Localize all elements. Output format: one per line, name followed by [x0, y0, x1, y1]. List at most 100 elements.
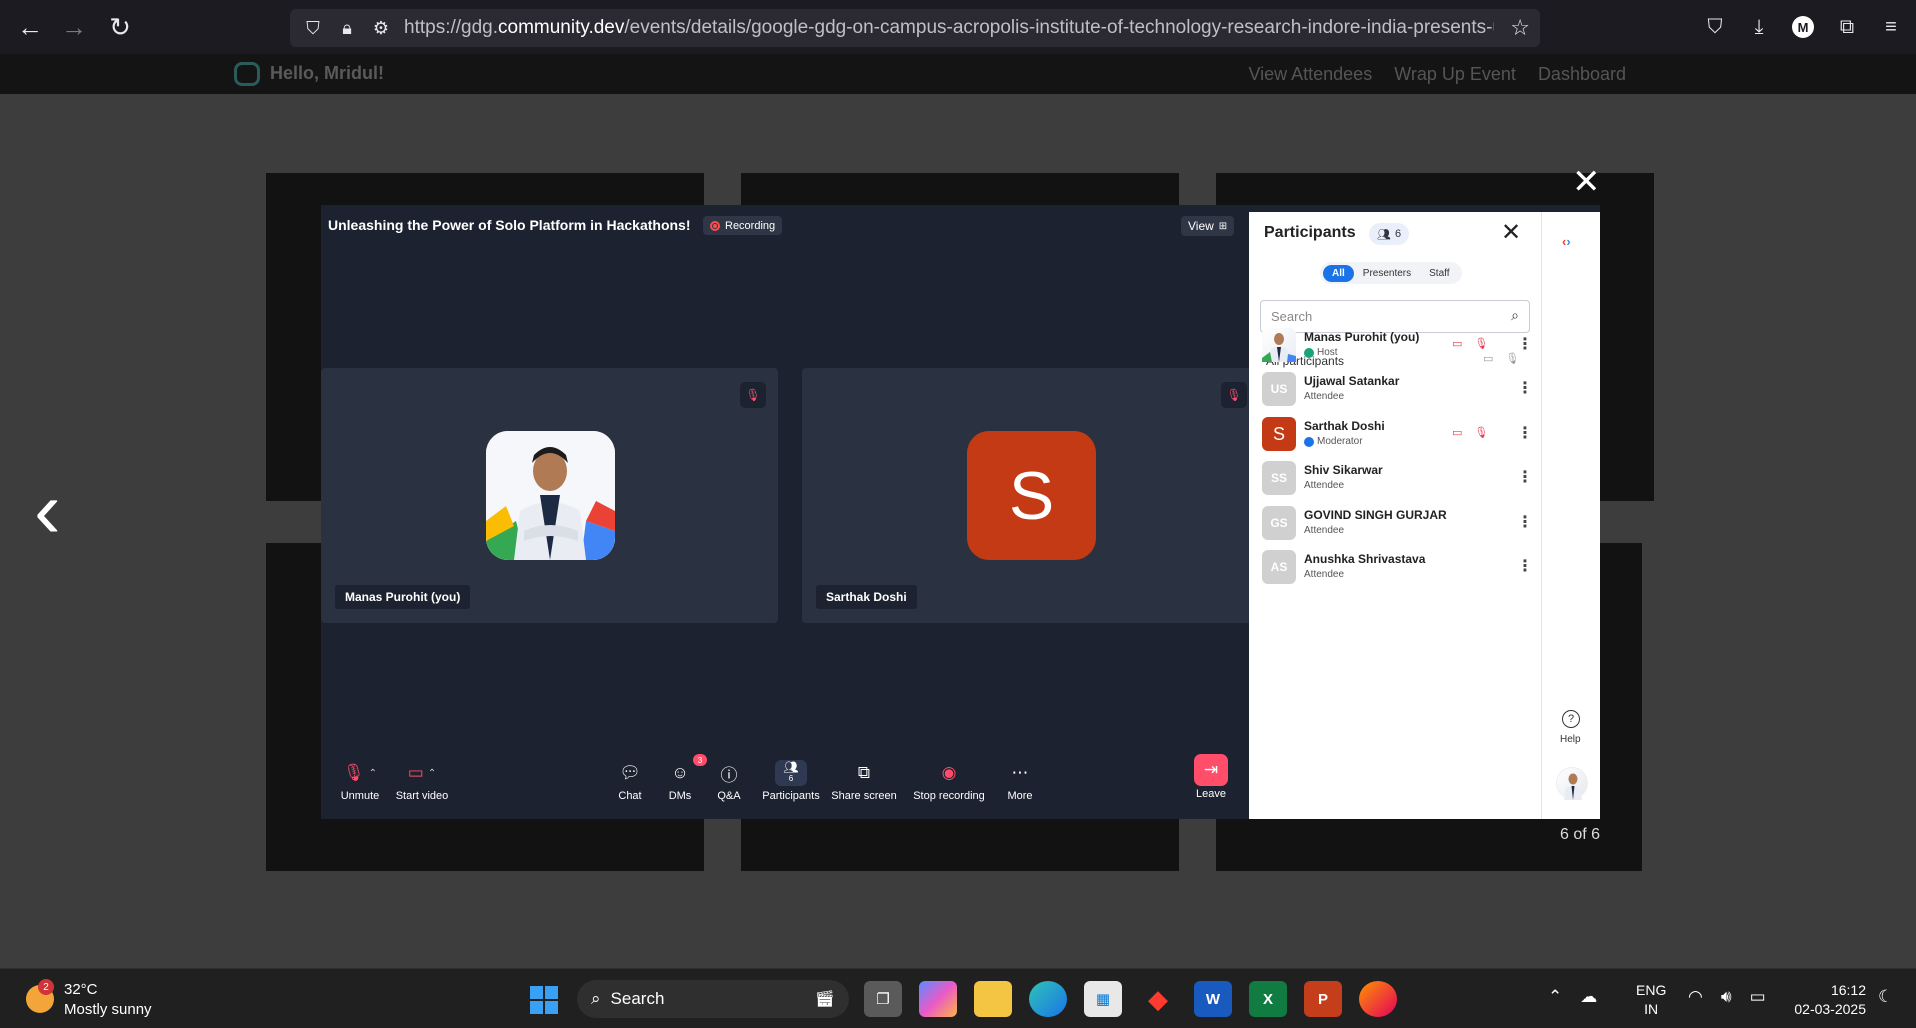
mic-off-icon[interactable]: 🎙︎ [1474, 426, 1488, 439]
anydesk-icon[interactable]: ◆ [1139, 981, 1177, 1017]
participants-panel: Participants 👥︎ 6 ✕ All Presenters Staff… [1249, 212, 1541, 819]
leave-icon: ⇥ [1194, 754, 1228, 786]
address-bar[interactable]: ⛉ 🔒︎ ⚙ https://gdg.community.dev/events/… [290, 9, 1540, 47]
video-tile[interactable]: 🎙︎ Manas Purohit (you) [321, 368, 778, 623]
file-explorer-icon[interactable] [974, 981, 1012, 1017]
more-options-icon[interactable]: ⋮ [1517, 512, 1533, 532]
store-icon[interactable]: ▦ [1084, 981, 1122, 1017]
user-avatar[interactable] [1556, 767, 1588, 800]
video-tile[interactable]: 🎙︎ S Sarthak Doshi [802, 368, 1259, 623]
more-options-icon[interactable]: ⋮ [1517, 423, 1533, 443]
volume-icon[interactable]: 🔊︎ [1721, 987, 1732, 1007]
gallery-thumbnail[interactable] [741, 173, 1179, 205]
profile-button[interactable]: M [1788, 9, 1818, 45]
copilot-icon[interactable] [919, 981, 957, 1017]
task-view-icon[interactable]: ❐ [864, 981, 902, 1017]
clock[interactable]: 16:12 02-03-2025 [1786, 981, 1866, 1019]
pocket-icon[interactable]: ⛉ [1700, 9, 1730, 45]
participant-role: Attendee [1304, 525, 1345, 536]
chat-button[interactable]: 💬︎ Chat [605, 760, 655, 802]
close-panel-icon[interactable]: ✕ [1501, 218, 1521, 247]
view-attendees-link[interactable]: View Attendees [1248, 64, 1372, 85]
list-item[interactable]: US Ujjawal Satankar Attendee ⋮ [1262, 369, 1533, 409]
windows-start-icon[interactable] [530, 986, 558, 1014]
help-label[interactable]: Help [1560, 734, 1581, 745]
more-options-icon[interactable]: ⋮ [1517, 556, 1533, 576]
qa-label: Q&A [717, 790, 741, 802]
participants-button[interactable]: 👥︎ 6 Participants [758, 760, 824, 802]
forward-button[interactable]: → [52, 5, 96, 49]
list-item[interactable]: Manas Purohit (you) Host ▭ 🎙︎ ⋮ [1262, 325, 1533, 365]
reload-button[interactable]: ↻ [98, 5, 142, 49]
back-button[interactable]: ← [8, 5, 52, 49]
download-icon[interactable]: ⤓ [1744, 9, 1774, 45]
tab-staff[interactable]: Staff [1420, 265, 1458, 282]
onedrive-icon[interactable]: ☁ [1580, 987, 1597, 1007]
verified-icon [1304, 347, 1314, 358]
start-video-button[interactable]: ▭ ⌃ Start video [387, 760, 457, 802]
url-text[interactable]: https://gdg.community.dev/events/details… [404, 17, 1494, 39]
participants-label: Participants [762, 790, 820, 802]
chat-icon: 💬︎ [619, 763, 641, 782]
menu-icon[interactable]: ≡ [1876, 9, 1906, 45]
more-button[interactable]: ⋯ More [999, 760, 1041, 802]
more-options-icon[interactable]: ⋮ [1517, 378, 1533, 398]
extensions-icon[interactable]: ⧉ [1832, 9, 1862, 45]
edge-icon[interactable] [1029, 981, 1067, 1017]
language-indicator[interactable]: ENG IN [1636, 981, 1666, 1019]
word-icon[interactable]: W [1194, 981, 1232, 1017]
share-screen-button[interactable]: ⧉ Share screen [830, 760, 898, 802]
browser-toolbar: ← → ↻ ⛉ 🔒︎ ⚙ https://gdg.community.dev/e… [0, 0, 1916, 54]
more-options-icon[interactable]: ⋮ [1517, 467, 1533, 487]
start-video-label: Start video [395, 790, 449, 802]
mic-off-icon: 🎙︎ ⌃ [343, 763, 377, 782]
unmute-button[interactable]: 🎙︎ ⌃ Unmute [331, 760, 389, 802]
search-placeholder: Search [1271, 309, 1313, 324]
taskbar-search[interactable]: ⌕ Search 🎬︎ [577, 980, 849, 1018]
show-hidden-icons[interactable]: ⌃ [1548, 987, 1562, 1007]
battery-icon[interactable]: ▭ [1750, 987, 1766, 1007]
participant-role: Moderator [1317, 436, 1363, 447]
temperature[interactable]: 32°C [64, 981, 98, 998]
video-off-icon[interactable]: ▭ [1452, 337, 1462, 350]
avatar-initials: SS [1262, 461, 1296, 495]
qa-button[interactable]: ⓘ Q&A [704, 760, 754, 803]
help-icon[interactable]: ? [1562, 710, 1580, 728]
notifications-icon[interactable]: ☾ [1878, 987, 1893, 1007]
avatar-initial: S [967, 431, 1096, 560]
weather-description[interactable]: Mostly sunny [64, 1001, 152, 1018]
powerpoint-icon[interactable]: P [1304, 981, 1342, 1017]
verified-icon [1304, 436, 1314, 447]
search-icon[interactable]: ⌕ [1511, 307, 1519, 324]
close-gallery-icon[interactable]: ✕ [1572, 162, 1601, 202]
list-item[interactable]: SS Shiv Sikarwar Attendee ⋮ [1262, 458, 1533, 498]
search-highlight-icon: 🎬︎ [814, 991, 835, 1008]
more-options-icon[interactable]: ⋮ [1517, 334, 1533, 354]
gallery-thumbnail[interactable] [741, 819, 1179, 871]
list-item[interactable]: S Sarthak Doshi Moderator ▭ 🎙︎ ⋮ [1262, 414, 1533, 454]
wifi-icon[interactable]: ◠ [1688, 987, 1703, 1007]
permissions-icon[interactable]: ⚙ [370, 18, 392, 39]
tab-presenters[interactable]: Presenters [1354, 265, 1420, 282]
tab-all[interactable]: All [1323, 264, 1354, 282]
participant-role: Attendee [1304, 480, 1345, 491]
firefox-icon[interactable] [1359, 981, 1397, 1017]
wrap-up-event-link[interactable]: Wrap Up Event [1394, 64, 1516, 85]
list-item[interactable]: GS GOVIND SINGH GURJAR Attendee ⋮ [1262, 503, 1533, 543]
weather-badge: 2 [38, 979, 54, 995]
excel-icon[interactable]: X [1249, 981, 1287, 1017]
previous-arrow-icon[interactable]: ‹ [34, 470, 61, 550]
participant-name: Anushka Shrivastava [1304, 552, 1426, 566]
dms-button[interactable]: ☺ 3 DMs [655, 754, 707, 802]
list-item[interactable]: AS Anushka Shrivastava Attendee ⋮ [1262, 547, 1533, 587]
video-off-icon[interactable]: ▭ [1452, 426, 1462, 439]
stop-recording-button[interactable]: ◉ Stop recording [909, 760, 989, 802]
mic-off-icon[interactable]: 🎙︎ [1474, 337, 1488, 350]
lock-icon[interactable]: 🔒︎ [336, 18, 358, 39]
participant-name: Shiv Sikarwar [1304, 463, 1383, 477]
dashboard-link[interactable]: Dashboard [1538, 64, 1626, 85]
bookmark-star-icon[interactable]: ☆ [1510, 15, 1530, 41]
leave-button[interactable]: ⇥ Leave [1191, 754, 1231, 800]
view-button[interactable]: View ⊞ [1181, 216, 1235, 236]
shield-icon[interactable]: ⛉ [302, 18, 324, 39]
